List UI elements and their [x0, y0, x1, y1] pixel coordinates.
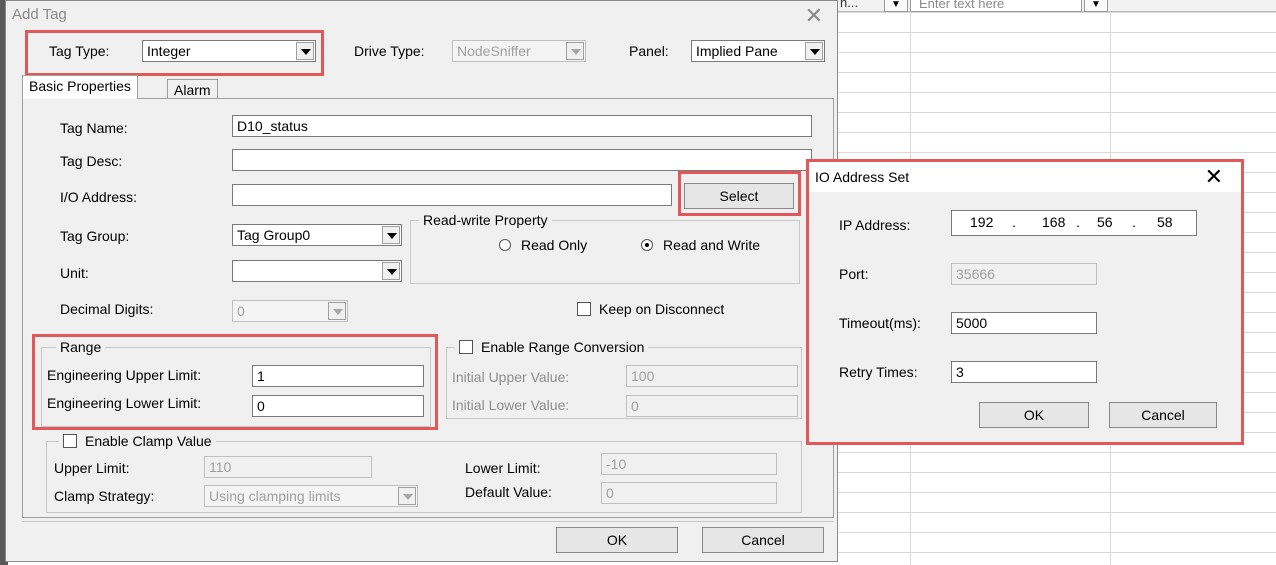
io-address-label: I/O Address: [60, 189, 138, 205]
port-input[interactable]: 35666 [951, 263, 1097, 285]
tag-type-select[interactable]: Integer [142, 40, 316, 62]
lower-limit-input[interactable]: -10 [601, 453, 777, 475]
checkbox-icon [577, 302, 591, 316]
ip-octet-3: 56 [1097, 214, 1113, 230]
io-dialog-titlebar: IO Address Set ✕ [809, 162, 1241, 192]
add-tag-dialog: Add Tag ✕ Tag Type: Integer Drive Type: … [5, 0, 838, 562]
tag-type-value: Integer [147, 43, 191, 59]
radio-icon [499, 239, 511, 251]
retry-input[interactable]: 3 [951, 361, 1097, 383]
clamp-strategy-label: Clamp Strategy: [54, 488, 155, 504]
drive-type-select[interactable]: NodeSniffer [452, 40, 586, 62]
initial-lower-label: Initial Lower Value: [452, 397, 570, 413]
clamp-label: Enable Clamp Value [85, 433, 212, 449]
initial-upper-input[interactable]: 100 [626, 365, 798, 387]
eng-lower-label: Engineering Lower Limit: [47, 395, 202, 411]
chevron-down-icon [296, 42, 314, 60]
tag-group-label: Tag Group: [60, 228, 130, 244]
filter-icon[interactable]: ▼ [884, 0, 908, 12]
io-address-input[interactable] [232, 184, 672, 206]
checkbox-icon [459, 340, 473, 354]
initial-lower-input[interactable]: 0 [626, 395, 798, 417]
eng-lower-input[interactable]: 0 [252, 395, 424, 417]
io-dialog-title: IO Address Set [815, 169, 910, 185]
clamp-checkbox[interactable]: Enable Clamp Value [59, 433, 216, 449]
panel-label: Panel: [629, 43, 669, 59]
default-value-input[interactable]: 0 [601, 482, 777, 504]
io-ok-button[interactable]: OK [979, 402, 1089, 428]
ok-button[interactable]: OK [556, 527, 678, 553]
close-icon[interactable]: ✕ [805, 3, 823, 29]
read-write-label: Read and Write [663, 237, 761, 253]
range-conversion-label: Enable Range Conversion [481, 339, 645, 355]
panel-value: Implied Pane [696, 43, 778, 59]
port-label: Port: [839, 266, 869, 282]
panel-select[interactable]: Implied Pane [691, 40, 825, 62]
clamp-strategy-value: Using clamping limits [209, 488, 341, 504]
radio-selected-icon [641, 239, 653, 251]
io-cancel-button[interactable]: Cancel [1109, 402, 1217, 428]
retry-label: Retry Times: [839, 364, 918, 380]
unit-select[interactable] [232, 260, 402, 282]
read-write-radio[interactable]: Read and Write [641, 237, 760, 253]
ip-address-input[interactable]: 192 . 168 . 56 . 58 [951, 210, 1197, 236]
ip-octet-2: 168 [1042, 214, 1066, 230]
lower-limit-label: Lower Limit: [465, 460, 541, 476]
eng-upper-input[interactable]: 1 [252, 365, 424, 387]
io-address-dialog: IO Address Set ✕ IP Address: 192 . 168 .… [808, 161, 1242, 443]
filter-search-input[interactable]: Enter text here [910, 0, 1082, 12]
ip-address-label: IP Address: [839, 217, 911, 233]
timeout-input[interactable]: 5000 [951, 312, 1097, 334]
unit-label: Unit: [60, 265, 89, 281]
dialog-title: Add Tag [12, 6, 67, 23]
tag-group-select[interactable]: Tag Group0 [232, 224, 402, 246]
tag-name-label: Tag Name: [60, 120, 128, 136]
ip-dot: . [1132, 214, 1136, 230]
range-title: Range [56, 339, 106, 355]
chevron-down-icon [398, 487, 416, 505]
tag-desc-label: Tag Desc: [60, 153, 123, 169]
drive-type-label: Drive Type: [354, 43, 425, 59]
chevron-down-icon [382, 262, 400, 280]
ip-octet-4: 58 [1157, 214, 1173, 230]
upper-limit-input[interactable]: 110 [204, 456, 372, 478]
keep-on-disconnect-checkbox[interactable]: Keep on Disconnect [577, 301, 724, 317]
chevron-down-icon [805, 42, 823, 60]
close-icon[interactable]: ✕ [1205, 164, 1223, 190]
timeout-label: Timeout(ms): [839, 315, 921, 331]
ip-dot: . [1012, 214, 1016, 230]
decimal-digits-value: 0 [237, 303, 245, 319]
eng-upper-label: Engineering Upper Limit: [47, 367, 202, 383]
tag-desc-input[interactable] [232, 149, 812, 171]
chevron-down-icon [328, 302, 346, 320]
chevron-down-icon [382, 226, 400, 244]
read-only-label: Read Only [521, 237, 588, 253]
chevron-down-icon [566, 42, 584, 60]
decimal-digits-select[interactable]: 0 [232, 300, 348, 322]
tag-type-label: Tag Type: [49, 43, 110, 59]
tag-name-input[interactable]: D10_status [232, 115, 812, 137]
ip-dot: . [1076, 214, 1080, 230]
read-write-title: Read-write Property [419, 212, 552, 228]
tag-group-value: Tag Group0 [237, 227, 311, 243]
decimal-digits-label: Decimal Digits: [60, 301, 154, 317]
initial-upper-label: Initial Upper Value: [452, 369, 570, 385]
default-value-label: Default Value: [465, 484, 552, 500]
clamp-strategy-select[interactable]: Using clamping limits [204, 485, 418, 507]
upper-limit-label: Upper Limit: [54, 460, 130, 476]
read-write-group: Read-write Property Read Only Read and W… [410, 212, 800, 284]
read-only-radio[interactable]: Read Only [499, 237, 587, 253]
keep-on-disconnect-label: Keep on Disconnect [599, 301, 725, 317]
cancel-button[interactable]: Cancel [702, 527, 824, 553]
filter-cell-fragment: n... [840, 0, 859, 10]
footer-divider [22, 521, 834, 522]
filter-icon[interactable]: ▼ [1084, 0, 1108, 12]
checkbox-icon [63, 434, 77, 448]
select-button[interactable]: Select [684, 183, 794, 209]
range-conversion-checkbox[interactable]: Enable Range Conversion [455, 339, 649, 355]
drive-type-value: NodeSniffer [457, 43, 531, 59]
ip-octet-1: 192 [970, 214, 994, 230]
tab-basic-properties[interactable]: Basic Properties [22, 75, 138, 99]
